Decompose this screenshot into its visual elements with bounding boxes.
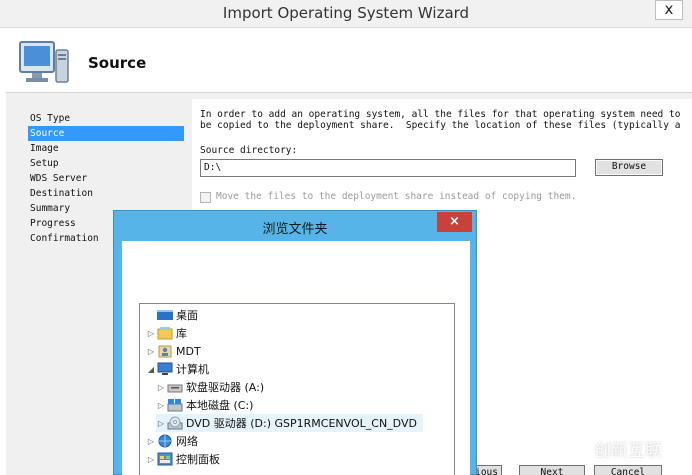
tree-expander[interactable]: ◢ (146, 365, 156, 374)
step-destination[interactable]: Destination (28, 186, 184, 201)
step-wds-server[interactable]: WDS Server (28, 171, 184, 186)
tree-item-desktop[interactable]: 桌面 (146, 306, 198, 324)
tree-item-dvd-drive[interactable]: ▷ DVD 驱动器 (D:) GSP1RMCENVOL_CN_DVD (156, 414, 423, 432)
local-disk-icon (167, 399, 183, 412)
tree-item-libraries[interactable]: ▷ 库 (146, 324, 187, 342)
tree-item-network[interactable]: ▷ 网络 (146, 432, 198, 450)
tree-item-control-panel[interactable]: ▷ 控制面板 (146, 450, 220, 468)
tree-expander[interactable]: ▷ (156, 383, 166, 392)
tree-expander[interactable]: ▷ (146, 347, 156, 356)
instructions-line-1: In order to add an operating system, all… (200, 109, 681, 120)
libraries-icon (157, 327, 173, 340)
tree-expander[interactable]: ▷ (156, 419, 166, 428)
browse-folder-dialog: 浏览文件夹 × 桌面 ▷ 库 ▷ MDT ◢ 计算机 ▷ 软盘驱动器 (A:) … (113, 210, 477, 475)
tree-item-mdt[interactable]: ▷ MDT (146, 342, 201, 360)
desktop-icon (157, 310, 173, 320)
floppy-drive-icon (167, 384, 183, 393)
source-directory-label: Source directory: (200, 145, 298, 156)
computer-icon (157, 362, 173, 375)
tree-expander[interactable]: ▷ (156, 401, 166, 410)
source-directory-input[interactable]: D:\ (200, 159, 576, 177)
tree-item-label: DVD 驱动器 (D:) GSP1RMCENVOL_CN_DVD (186, 417, 417, 430)
dialog-title: 浏览文件夹 (262, 222, 328, 237)
step-os-type[interactable]: OS Type (28, 111, 184, 126)
tree-item-label: MDT (176, 344, 201, 358)
control-panel-icon (157, 452, 173, 466)
network-icon (158, 434, 172, 448)
tree-expander[interactable]: ▷ (146, 437, 156, 446)
tree-item-local-disk[interactable]: ▷ 本地磁盘 (C:) (156, 396, 253, 414)
dialog-client-area: 桌面 ▷ 库 ▷ MDT ◢ 计算机 ▷ 软盘驱动器 (A:) ▷ 本地磁盘 (… (122, 241, 470, 475)
step-image[interactable]: Image (28, 141, 184, 156)
title-bar: Import Operating System Wizard x (0, 0, 692, 28)
dialog-close-button[interactable]: × (437, 212, 472, 232)
step-setup[interactable]: Setup (28, 156, 184, 171)
tree-item-label: 库 (176, 327, 187, 340)
wizard-header: Source (6, 28, 692, 92)
tree-item-computer[interactable]: ◢ 计算机 (146, 360, 209, 378)
page-heading: Source (88, 54, 147, 72)
tree-expander[interactable]: ▷ (146, 455, 156, 464)
user-folder-icon (158, 345, 172, 358)
move-files-checkbox[interactable] (200, 192, 211, 203)
watermark-text: 创新互联 (594, 440, 662, 461)
watermark: 创新互联 (556, 428, 692, 468)
monitor-icon (19, 41, 69, 83)
tree-item-label: 控制面板 (176, 453, 220, 466)
watermark-logo-icon (557, 432, 589, 464)
instructions-line-2: be copied to the deployment share. Speci… (200, 120, 681, 131)
instructions-text: In order to add an operating system, all… (200, 109, 690, 131)
move-files-label: Move the files to the deployment share i… (216, 191, 577, 202)
tree-item-label: 计算机 (176, 363, 209, 376)
tree-expander[interactable]: ▷ (146, 329, 156, 338)
tree-item-floppy-drive[interactable]: ▷ 软盘驱动器 (A:) (156, 378, 264, 396)
folder-tree[interactable]: 桌面 ▷ 库 ▷ MDT ◢ 计算机 ▷ 软盘驱动器 (A:) ▷ 本地磁盘 (… (139, 303, 455, 475)
tree-item-label: 桌面 (176, 309, 198, 322)
tree-item-label: 软盘驱动器 (A:) (186, 381, 265, 394)
tree-item-label: 本地磁盘 (C:) (186, 399, 254, 412)
dvd-drive-icon (167, 416, 183, 430)
window-title: Import Operating System Wizard (222, 4, 470, 22)
step-source[interactable]: Source (28, 126, 184, 141)
close-button[interactable]: x (655, 0, 683, 20)
browse-button[interactable]: Browse (595, 159, 663, 176)
tree-item-label: 网络 (176, 435, 198, 448)
